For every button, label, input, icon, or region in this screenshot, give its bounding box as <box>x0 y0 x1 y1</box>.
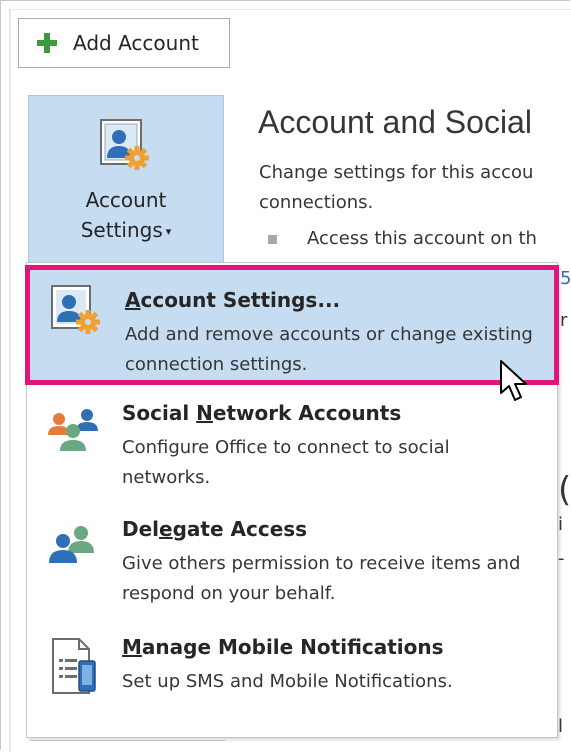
background-fragment: i <box>558 514 564 535</box>
title-part: anage Mobile Notifications <box>141 635 444 659</box>
title-part: etwork Accounts <box>212 401 402 425</box>
menu-item-manage-mobile-notifications[interactable]: Manage Mobile Notifications Set up SMS a… <box>27 627 557 737</box>
background-fragment: l <box>558 716 564 737</box>
menu-item-description: Set up SMS and Mobile Notifications. <box>122 671 453 692</box>
account-button-label-text: Settings <box>80 218 163 242</box>
title-part: Del <box>122 517 160 541</box>
menu-item-social-network-accounts[interactable]: Social Network Accounts Configure Office… <box>27 393 557 503</box>
background-fragment: - <box>558 548 565 569</box>
mobile-notifications-icon <box>45 635 97 694</box>
menu-item-delegate-access[interactable]: Delegate Access Give others permission t… <box>27 509 557 619</box>
section-bullet-text: Access this account on th <box>307 228 537 249</box>
account-button-label-line2: Settings ▾ <box>29 218 223 242</box>
section-title: Account and Social <box>258 104 532 140</box>
bullet-icon <box>268 234 277 244</box>
menu-item-description: Add and remove accounts or change existi… <box>125 324 533 375</box>
access-key: A <box>125 288 141 312</box>
background-fragment: r <box>560 310 568 331</box>
account-settings-button[interactable]: Account Settings ▾ <box>28 95 224 263</box>
title-part: gate Access <box>172 517 308 541</box>
social-network-icon <box>45 401 98 453</box>
account-settings-menu: Account Settings... Add and remove accou… <box>25 262 559 738</box>
section-description: Change settings for this accou connectio… <box>259 158 571 218</box>
section-bullet: Access this account on th <box>268 228 537 249</box>
section-desc-line1: Change settings for this accou <box>259 162 534 183</box>
plus-icon <box>37 33 57 53</box>
menu-item-title: Delegate Access <box>122 517 307 541</box>
bottom-edge <box>30 740 226 752</box>
mouse-pointer-icon <box>495 357 535 407</box>
title-part: Social <box>122 401 197 425</box>
account-settings-icon <box>95 116 155 176</box>
title-part: ccount Settings... <box>140 288 341 312</box>
menu-item-description: Give others permission to receive items … <box>122 553 521 604</box>
menu-item-description: Configure Office to connect to social ne… <box>122 437 450 488</box>
menu-item-title: Account Settings... <box>125 288 340 312</box>
divider <box>9 9 571 10</box>
background-fragment: ( <box>558 470 571 510</box>
access-key: e <box>159 517 173 541</box>
divider <box>9 9 11 752</box>
menu-item-title: Social Network Accounts <box>122 401 401 425</box>
section-desc-line2: connections. <box>259 192 374 213</box>
menu-item-title: Manage Mobile Notifications <box>122 635 444 659</box>
access-key: M <box>122 635 142 659</box>
account-settings-icon <box>48 282 100 334</box>
access-key: N <box>196 401 213 425</box>
account-button-label-line1: Account <box>85 188 167 212</box>
add-account-label: Add Account <box>73 31 199 55</box>
background-fragment: 5 <box>560 268 571 289</box>
menu-item-account-settings[interactable]: Account Settings... Add and remove accou… <box>25 265 559 385</box>
delegate-icon <box>45 519 97 571</box>
add-account-button[interactable]: Add Account <box>18 18 230 68</box>
chevron-down-icon: ▾ <box>165 225 172 238</box>
